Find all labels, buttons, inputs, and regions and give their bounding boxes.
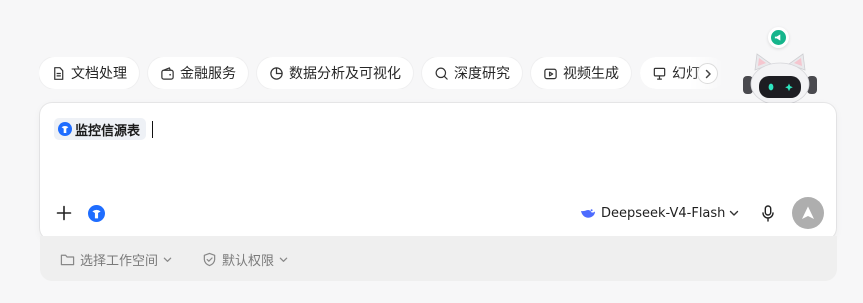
wallet-icon (160, 66, 175, 81)
quick-actions-bar: 文档处理 金融服务 数据分析及可视化 深度研究 视频生成 幻灯片 (39, 57, 721, 89)
folder-icon (60, 252, 75, 267)
chip-label: 数据分析及可视化 (289, 66, 401, 82)
workspace-selector[interactable]: 选择工作空间 (60, 250, 172, 269)
chip-video-generation[interactable]: 视频生成 (531, 57, 631, 89)
robot-cat-mascot[interactable] (740, 52, 822, 104)
chevron-down-icon (279, 255, 288, 264)
permission-label: 默认权限 (222, 253, 275, 269)
chip-financial-services[interactable]: 金融服务 (148, 57, 248, 89)
text-cursor[interactable] (152, 121, 153, 138)
chip-label: 视频生成 (563, 66, 619, 82)
microphone-icon (762, 204, 774, 222)
chip-document-processing[interactable]: 文档处理 (39, 57, 139, 89)
shield-check-icon (202, 252, 217, 267)
document-icon (51, 66, 66, 81)
presentation-icon (652, 66, 667, 81)
composer-footer: 选择工作空间 默认权限 (40, 236, 837, 281)
notification-button[interactable] (768, 27, 789, 48)
send-button[interactable] (792, 197, 824, 229)
send-arrow-icon (802, 206, 814, 219)
chip-deep-research[interactable]: 深度研究 (422, 57, 522, 89)
model-name: Deepseek-V4-Flash (601, 205, 726, 221)
source-tag[interactable]: 监控信源表 (54, 118, 147, 140)
agent-logo-icon (58, 122, 72, 136)
chip-label: 文档处理 (71, 66, 127, 82)
chevron-right-icon (705, 69, 711, 78)
video-icon (543, 66, 558, 81)
megaphone-icon (771, 30, 786, 45)
deepseek-whale-icon (580, 205, 596, 221)
search-icon (434, 66, 449, 81)
chips-scroll-right-button[interactable] (697, 63, 718, 84)
chip-label: 金融服务 (180, 66, 236, 82)
plus-icon (56, 205, 72, 221)
chip-data-analysis[interactable]: 数据分析及可视化 (257, 57, 413, 89)
model-selector[interactable]: Deepseek-V4-Flash (580, 203, 739, 223)
workspace-label: 选择工作空间 (80, 253, 159, 269)
chevron-down-icon (163, 255, 172, 264)
agent-logo-icon (87, 204, 105, 222)
chevron-down-icon (729, 208, 739, 218)
chat-composer: 监控信源表 Deepseek-V4-Flash (40, 103, 836, 240)
voice-input-button[interactable] (759, 202, 777, 224)
agent-button[interactable] (86, 203, 106, 223)
source-tag-label: 监控信源表 (75, 123, 141, 139)
add-attachment-button[interactable] (54, 203, 74, 223)
pie-chart-icon (269, 66, 284, 81)
chip-label: 深度研究 (454, 66, 510, 82)
permission-selector[interactable]: 默认权限 (202, 250, 288, 269)
